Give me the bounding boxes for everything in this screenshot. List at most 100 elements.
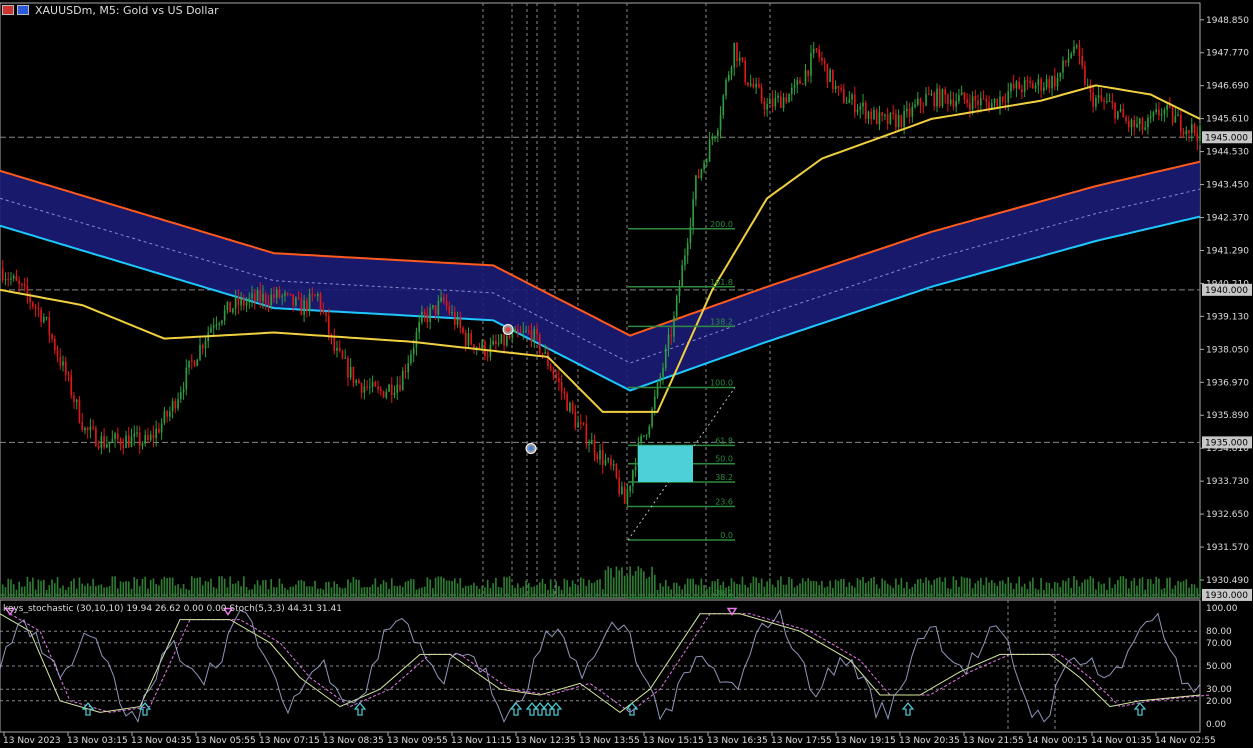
- volume-bar: [108, 586, 111, 598]
- volume-bar: [347, 579, 349, 598]
- candle-body: [862, 102, 864, 107]
- volume-bar: [29, 581, 31, 598]
- candle-body: [867, 111, 870, 119]
- volume-bar: [475, 585, 478, 598]
- candle-body: [506, 336, 508, 346]
- candle-body: [903, 110, 905, 127]
- volume-bar: [1059, 587, 1062, 598]
- candle-body: [763, 101, 766, 110]
- volume-group: [0, 566, 1201, 598]
- volume-bar: [536, 585, 538, 598]
- volume-bar: [297, 580, 300, 598]
- candle-body: [1177, 114, 1179, 116]
- candle-body: [84, 427, 86, 431]
- volume-bar: [1075, 579, 1078, 598]
- stoch-scale-label: 30.00: [1206, 685, 1232, 695]
- volume-bar: [1048, 583, 1051, 598]
- candle-body: [319, 293, 322, 310]
- candle-body: [955, 101, 957, 107]
- candle-body: [418, 322, 420, 333]
- candle-body: [100, 436, 103, 449]
- price-tick-label: 1930.490: [1206, 576, 1249, 586]
- candle-body: [256, 290, 259, 301]
- price-tick-label: 1935.890: [1206, 411, 1249, 421]
- volume-bar: [125, 581, 127, 598]
- volume-bar: [371, 584, 374, 598]
- candle-body: [1193, 124, 1196, 134]
- volume-bar: [530, 586, 533, 598]
- candle-body: [826, 63, 829, 83]
- price-tick-label: 1938.050: [1206, 345, 1249, 355]
- volume-bar: [26, 577, 29, 598]
- volume-bar: [23, 586, 26, 598]
- restore-icon[interactable]: [17, 5, 29, 15]
- candle-body: [486, 356, 489, 358]
- candle-body: [930, 93, 933, 95]
- volume-bar: [985, 577, 988, 598]
- candle-body: [1108, 100, 1111, 102]
- candle-body: [552, 370, 555, 375]
- candle-body: [626, 491, 629, 504]
- volume-bar: [385, 582, 388, 598]
- volume-bar: [1056, 582, 1059, 598]
- volume-bar: [930, 584, 933, 598]
- volume-bar: [1081, 582, 1084, 598]
- price-chart[interactable]: 200.0 161.8 138.2 100.0 61.8 50.0 38.2 23.6 0.0 -…: [0, 0, 1253, 748]
- candle-body: [158, 428, 160, 433]
- candle-body: [938, 88, 941, 107]
- volume-bar: [692, 578, 694, 598]
- candle-body: [1180, 114, 1182, 132]
- candle-body: [1095, 97, 1097, 107]
- candle-body: [1059, 72, 1062, 78]
- volume-bar: [421, 587, 423, 598]
- candle-body: [415, 332, 418, 348]
- volume-bar: [37, 579, 40, 598]
- candle-body: [971, 96, 974, 110]
- volume-bar: [980, 577, 982, 598]
- volume-bar: [599, 579, 601, 598]
- volume-bar: [667, 586, 670, 598]
- volume-bar: [1034, 588, 1037, 598]
- time-tick-label: 13 Nov 08:35: [323, 736, 384, 746]
- candle-body: [845, 102, 848, 104]
- demand-zone: [638, 445, 693, 483]
- candle-body: [259, 290, 262, 302]
- candle-body: [295, 297, 297, 306]
- volume-bar: [497, 586, 500, 598]
- volume-bar: [158, 585, 160, 598]
- candle-body: [544, 352, 547, 354]
- candle-body: [226, 301, 229, 311]
- candle-body: [462, 327, 464, 333]
- candle-body: [147, 434, 149, 441]
- volume-bar: [541, 578, 544, 598]
- candle-body: [1160, 113, 1163, 116]
- volume-bar: [495, 577, 497, 598]
- volume-bar: [262, 580, 264, 598]
- volume-bar: [7, 578, 10, 598]
- price-axis: 1948.850 1947.770 1946.690 1945.610 1944.530…: [1200, 16, 1252, 601]
- volume-bar: [1097, 581, 1100, 598]
- candle-body: [758, 83, 760, 88]
- candle-body: [426, 314, 429, 322]
- volume-bar: [662, 586, 664, 598]
- volume-bar: [1133, 577, 1136, 598]
- candle-body: [86, 427, 89, 431]
- volume-bar: [886, 583, 889, 598]
- volume-bar: [782, 584, 785, 598]
- volume-bar: [960, 576, 963, 598]
- volume-bar: [1147, 579, 1149, 598]
- volume-bar: [566, 580, 568, 598]
- candle-body: [1127, 120, 1130, 128]
- candle-body: [234, 297, 237, 309]
- volume-bar: [815, 581, 818, 598]
- candle-body: [1144, 127, 1147, 130]
- volume-bar: [645, 578, 648, 598]
- volume-bar: [281, 583, 284, 598]
- volume-bar: [338, 587, 341, 598]
- candle-body: [771, 98, 774, 107]
- chart-window-icon[interactable]: [2, 5, 14, 15]
- candle-body: [297, 297, 300, 299]
- candle-body: [834, 86, 837, 90]
- candle-body: [678, 287, 681, 296]
- candle-body: [423, 311, 426, 315]
